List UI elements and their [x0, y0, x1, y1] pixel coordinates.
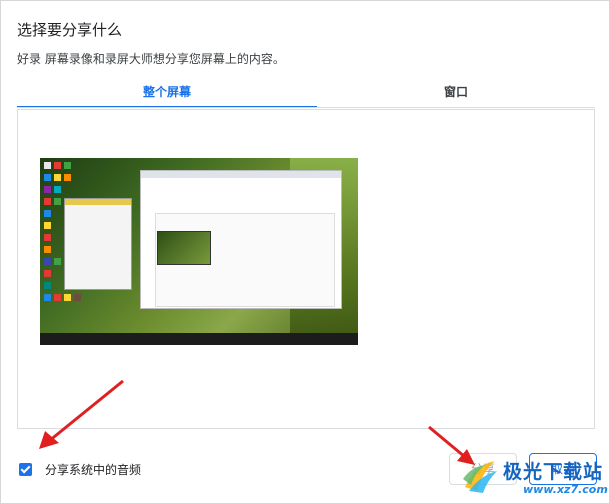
watermark-logo-icon	[463, 461, 497, 493]
dialog-subtitle: 好录 屏幕录像和录屏大师想分享您屏幕上的内容。	[17, 52, 285, 66]
thumbnail-explorer-window	[64, 198, 132, 290]
tab-divider	[17, 107, 595, 108]
screen-thumbnail[interactable]	[40, 158, 358, 345]
watermark: 极光下载站 www.xz7.com	[461, 453, 610, 503]
thumbnail-taskbar	[40, 333, 358, 345]
watermark-name: 极光下载站	[503, 461, 604, 483]
annotation-arrow	[39, 379, 124, 449]
tab-entire-screen[interactable]: 整个屏幕	[17, 79, 317, 108]
thumbnail-browser-window	[140, 170, 342, 309]
dialog-title: 选择要分享什么	[17, 21, 123, 39]
audio-checkbox-label: 分享系统中的音频	[45, 463, 142, 477]
share-screen-dialog: 选择要分享什么 好录 屏幕录像和录屏大师想分享您屏幕上的内容。 整个屏幕 窗口	[0, 0, 610, 504]
tab-bar: 整个屏幕 窗口	[17, 79, 595, 108]
audio-checkbox[interactable]	[19, 463, 32, 476]
watermark-url: www.xz7.com	[523, 483, 608, 496]
tab-window[interactable]: 窗口	[317, 79, 595, 106]
